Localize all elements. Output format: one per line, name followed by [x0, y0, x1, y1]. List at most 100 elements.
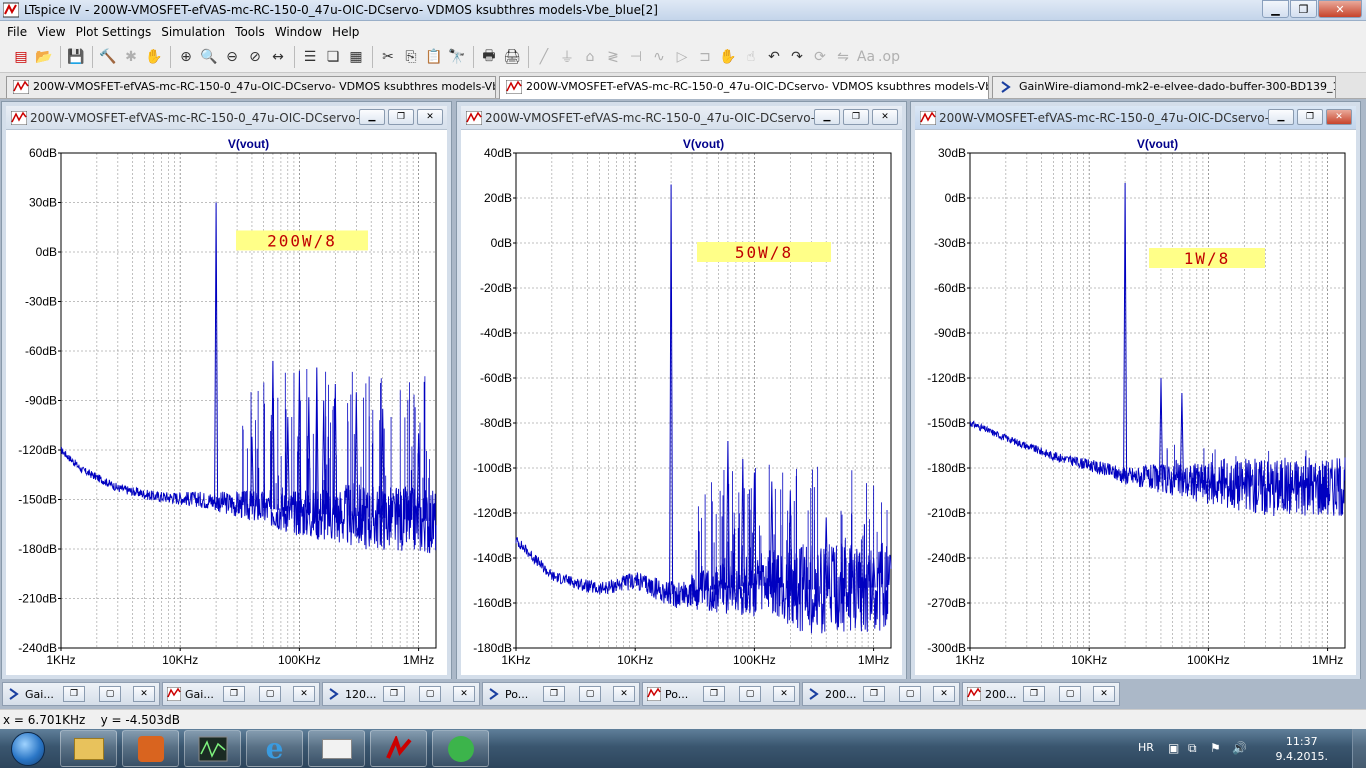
mail-icon[interactable]	[308, 730, 365, 767]
menu-help[interactable]: Help	[332, 25, 359, 39]
volume-icon[interactable]: 🔊	[1232, 741, 1247, 755]
halt-icon[interactable]: ✋	[143, 46, 165, 68]
pane-minimize-button[interactable]: ▁	[359, 109, 385, 125]
trace-name[interactable]: V(vout)	[1137, 137, 1178, 151]
open-icon[interactable]: 📂	[33, 46, 55, 68]
language-indicator[interactable]: HR	[1138, 741, 1154, 754]
windows-orb-icon	[11, 732, 45, 766]
tile-horizontal-icon[interactable]: ☰	[299, 46, 321, 68]
pane-maximize-button[interactable]: ❐	[1297, 109, 1323, 125]
plot-area[interactable]: 30dB 0dB -30dB -60dB -90dB -120dB -150dB -180dB…	[915, 131, 1356, 679]
show-desktop-button[interactable]	[1352, 729, 1366, 768]
y-tick-label: -30dB	[25, 295, 57, 309]
run-icon[interactable]: ✱	[120, 46, 142, 68]
undo-icon[interactable]: ↶	[763, 46, 785, 68]
save-icon[interactable]: 💾	[65, 46, 87, 68]
waveform-icon	[506, 80, 522, 94]
control-panel-icon[interactable]: 🔨	[97, 46, 119, 68]
pane-titlebar: 200W-VMOSFET-efVAS-mc-RC-150-0_47u-OIC-D…	[461, 106, 902, 130]
minimized-window[interactable]: 200... ❐ ▢ ✕	[802, 682, 960, 706]
document-tabs: 200W-VMOSFET-efVAS-mc-RC-150-0_47u-OIC-D…	[0, 73, 1366, 99]
minimized-window[interactable]: 120... ❐ ▢ ✕	[322, 682, 480, 706]
tab-doc-3[interactable]: GainWire-diamond-mk2-e-elvee-dado-buffer…	[992, 76, 1336, 98]
noise-floor-trace	[515, 537, 892, 634]
cut-icon[interactable]: ✂	[377, 46, 399, 68]
minimize-button[interactable]: ▁	[1262, 0, 1289, 18]
diode-icon[interactable]: ▷	[671, 46, 693, 68]
explorer-icon[interactable]	[60, 730, 117, 767]
plot-pane-50w[interactable]: 200W-VMOSFET-efVAS-mc-RC-150-0_47u-OIC-D…	[456, 101, 907, 680]
menu-tools[interactable]: Tools	[235, 25, 265, 39]
zoom-cancel-icon[interactable]: ⊘	[244, 46, 266, 68]
menu-plot-settings[interactable]: Plot Settings	[76, 25, 152, 39]
redo-icon[interactable]: ↷	[786, 46, 808, 68]
scope-icon[interactable]	[184, 730, 241, 767]
component-icon[interactable]: ⊐	[694, 46, 716, 68]
trace-name[interactable]: V(vout)	[228, 137, 269, 151]
plot-pane-1w[interactable]: 200W-VMOSFET-efVAS-mc-RC-150-0_47u-OIC-D…	[910, 101, 1361, 680]
trace-name[interactable]: V(vout)	[683, 137, 724, 151]
paste-icon[interactable]: 📋	[423, 46, 445, 68]
start-button[interactable]	[3, 730, 53, 768]
plot-pane-200w[interactable]: 200W-VMOSFET-efVAS-mc-RC-150-0_47u-OIC-D…	[1, 101, 452, 680]
tab-doc-1[interactable]: 200W-VMOSFET-efVAS-mc-RC-150-0_47u-OIC-D…	[6, 76, 496, 98]
drag-icon[interactable]: ☝	[740, 46, 762, 68]
inductor-icon[interactable]: ∿	[648, 46, 670, 68]
minimized-window[interactable]: Gai... ❐ ▢ ✕	[162, 682, 320, 706]
x-tick-label: 10KHz	[162, 653, 198, 667]
pane-close-button[interactable]: ✕	[1326, 109, 1352, 125]
pane-minimize-button[interactable]: ▁	[814, 109, 840, 125]
menu-view[interactable]: View	[37, 25, 65, 39]
teamviewer-icon[interactable]	[432, 730, 489, 767]
network-icon[interactable]: ▣	[1168, 741, 1182, 755]
move-icon[interactable]: ✋	[717, 46, 739, 68]
zoom-out-icon[interactable]: ⊖	[221, 46, 243, 68]
harmonic-spike	[1159, 377, 1163, 479]
y-tick-label: -40dB	[480, 326, 512, 340]
menu-window[interactable]: Window	[275, 25, 322, 39]
plot-area[interactable]: 60dB 30dB 0dB -30dB -60dB -90dB -120dB -150dB -1…	[6, 131, 447, 679]
find-icon[interactable]: 🔭	[446, 46, 468, 68]
pane-close-button[interactable]: ✕	[417, 109, 443, 125]
print-icon[interactable]: 🖶	[478, 46, 500, 68]
zoom-area-icon[interactable]: 🔍	[198, 46, 220, 68]
zoom-in-icon[interactable]: ⊕	[175, 46, 197, 68]
minimized-window[interactable]: Gai... ❐ ▢ ✕	[2, 682, 160, 706]
usb-icon[interactable]: ⧉	[1188, 741, 1202, 755]
resistor-icon[interactable]: ≷	[602, 46, 624, 68]
winamp-icon[interactable]	[122, 730, 179, 767]
plot-area[interactable]: 40dB 20dB 0dB -20dB -40dB -60dB -80dB -100dB -12…	[461, 131, 902, 679]
ie-icon[interactable]: e	[246, 730, 303, 767]
y-tick-label: -60dB	[480, 371, 512, 385]
text-icon[interactable]: Aa	[855, 46, 877, 68]
pane-maximize-button[interactable]: ❐	[388, 109, 414, 125]
ground-icon[interactable]: ⏚	[556, 46, 578, 68]
capacitor-icon[interactable]: ⊣	[625, 46, 647, 68]
pane-close-button[interactable]: ✕	[872, 109, 898, 125]
menu-file[interactable]: File	[7, 25, 27, 39]
cascade-icon[interactable]: ❏	[322, 46, 344, 68]
new-schematic-icon[interactable]: ▤	[10, 46, 32, 68]
wire-icon[interactable]: ╱	[533, 46, 555, 68]
mirror-icon[interactable]: ⇋	[832, 46, 854, 68]
flag-icon[interactable]: ⚑	[1210, 741, 1224, 755]
minimized-window[interactable]: 200... ❐ ▢ ✕	[962, 682, 1120, 706]
spice-directive-icon[interactable]: .op	[878, 46, 900, 68]
pane-minimize-button[interactable]: ▁	[1268, 109, 1294, 125]
maximize-button[interactable]: ❐	[1290, 0, 1317, 18]
ltspice-icon[interactable]	[370, 730, 427, 767]
print-setup-icon[interactable]: 🖨	[501, 46, 523, 68]
rotate-icon[interactable]: ⟳	[809, 46, 831, 68]
autorange-icon[interactable]: ↔	[267, 46, 289, 68]
close-button[interactable]: ✕	[1318, 0, 1362, 18]
copy-icon[interactable]: ⎘	[400, 46, 422, 68]
tile-icon[interactable]: ▦	[345, 46, 367, 68]
pane-maximize-button[interactable]: ❐	[843, 109, 869, 125]
minimized-window[interactable]: Po... ❐ ▢ ✕	[482, 682, 640, 706]
tab-doc-2[interactable]: 200W-VMOSFET-efVAS-mc-RC-150-0_47u-OIC-D…	[499, 76, 989, 99]
tab-label: GainWire-diamond-mk2-e-elvee-dado-buffer…	[1019, 80, 1335, 93]
clock[interactable]: 11:37 9.4.2015.	[1276, 734, 1328, 764]
label-icon[interactable]: ⌂	[579, 46, 601, 68]
minimized-window[interactable]: Po... ❐ ▢ ✕	[642, 682, 800, 706]
menu-simulation[interactable]: Simulation	[161, 25, 225, 39]
